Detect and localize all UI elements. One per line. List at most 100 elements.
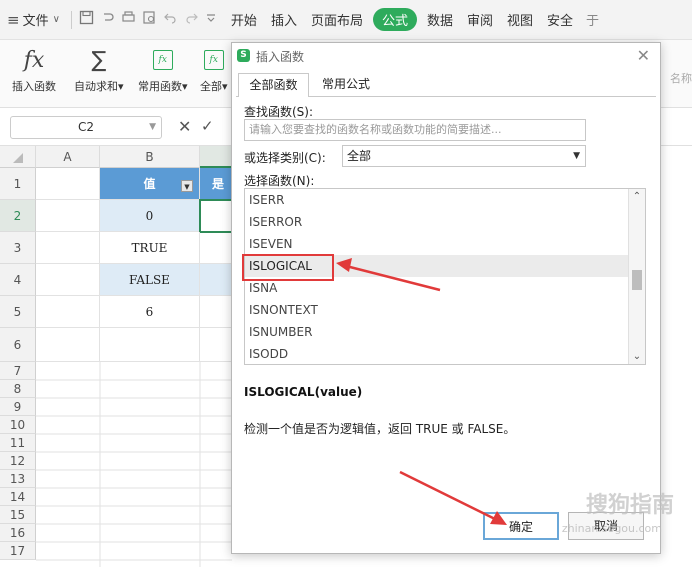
undo-history-icon[interactable]: [97, 10, 118, 29]
category-select[interactable]: 全部 ▼: [342, 145, 586, 167]
search-label: 查找函数(S):: [244, 105, 314, 119]
print-preview-icon[interactable]: [139, 10, 160, 29]
function-item-isodd[interactable]: ISODD: [245, 343, 645, 364]
menu-bar: ≡ 文件 ∨ 开始 插入 页面布局 公式 数据 审阅 视图 安全 于: [0, 0, 692, 40]
scroll-down-icon[interactable]: ⌄: [629, 351, 645, 362]
function-item-iseven[interactable]: ISEVEN: [245, 233, 645, 255]
watermark-logo: 搜狗指南: [585, 493, 674, 518]
function-item-isnontext[interactable]: ISNONTEXT: [245, 299, 645, 321]
cancel-formula-icon[interactable]: ✕: [178, 117, 191, 136]
cell-b4[interactable]: FALSE: [100, 264, 200, 296]
undo-icon[interactable]: [160, 10, 181, 29]
function-signature: ISLOGICAL(value): [244, 385, 363, 399]
dialog-title-bar[interactable]: S 插入函数 ✕: [232, 43, 660, 69]
redo-icon[interactable]: [181, 10, 202, 29]
close-icon[interactable]: ✕: [637, 46, 650, 65]
print-icon[interactable]: [118, 10, 139, 29]
all-functions-button[interactable]: fx 全部▾: [200, 44, 228, 94]
cell-b5[interactable]: 6: [100, 296, 200, 328]
common-functions-button[interactable]: fx 常用函数▾: [138, 44, 188, 94]
row-header-11[interactable]: 11: [0, 434, 36, 452]
cell-reference: C2: [77, 120, 94, 134]
cell-a6[interactable]: [36, 328, 100, 362]
column-header-c[interactable]: [200, 146, 232, 168]
name-box[interactable]: C2 ▼: [10, 116, 162, 139]
cell-c5[interactable]: [200, 296, 232, 328]
select-all-corner[interactable]: [0, 146, 36, 168]
row-header-12[interactable]: 12: [0, 452, 36, 470]
scroll-up-icon[interactable]: ⌃: [629, 191, 645, 202]
cell-a4[interactable]: [36, 264, 100, 296]
tab-security[interactable]: 安全: [540, 10, 580, 29]
row-header-6[interactable]: 6: [0, 328, 36, 362]
select-function-label: 选择函数(N):: [244, 174, 315, 188]
row-header-14[interactable]: 14: [0, 488, 36, 506]
function-item-iserr[interactable]: ISERR: [245, 189, 645, 211]
cell-c4[interactable]: [200, 264, 232, 296]
tab-all-functions[interactable]: 全部函数: [238, 73, 309, 97]
column-header-b[interactable]: B: [100, 146, 200, 168]
autosum-button[interactable]: ∑ 自动求和▾: [74, 44, 124, 94]
function-item-isnumber[interactable]: ISNUMBER: [245, 321, 645, 343]
tab-review[interactable]: 审阅: [460, 10, 500, 29]
cell-c1[interactable]: 是: [200, 168, 232, 200]
tab-page-layout[interactable]: 页面布局: [304, 10, 370, 29]
tab-formulas[interactable]: 公式: [372, 8, 417, 31]
cell-a3[interactable]: [36, 232, 100, 264]
row-header-17[interactable]: 17: [0, 542, 36, 560]
row-header-9[interactable]: 9: [0, 398, 36, 416]
insert-function-button[interactable]: fx 插入函数: [12, 44, 56, 94]
row-header-16[interactable]: 16: [0, 524, 36, 542]
chevron-down-icon: ∨: [52, 14, 60, 25]
tab-start[interactable]: 开始: [224, 10, 264, 29]
insert-function-label: 插入函数: [12, 80, 56, 93]
row-header-7[interactable]: 7: [0, 362, 36, 380]
sigma-icon: ∑: [91, 47, 107, 73]
cell-a2[interactable]: [36, 200, 100, 232]
row-header-4[interactable]: 4: [0, 264, 36, 296]
cell-a5[interactable]: [36, 296, 100, 328]
row-header-15[interactable]: 15: [0, 506, 36, 524]
row-header-1[interactable]: 1: [0, 168, 36, 200]
name-manager-label-cut: 名称: [670, 72, 692, 85]
chevron-down-icon: ▼: [573, 151, 580, 161]
cell-b6[interactable]: [100, 328, 200, 362]
cell-c1-text: 是: [212, 177, 225, 191]
row-header-10[interactable]: 10: [0, 416, 36, 434]
row-header-3[interactable]: 3: [0, 232, 36, 264]
cell-c3[interactable]: [200, 232, 232, 264]
file-menu[interactable]: ≡ 文件 ∨: [0, 10, 67, 30]
scrollbar-thumb[interactable]: [632, 270, 642, 290]
cell-a1[interactable]: [36, 168, 100, 200]
row-header-2[interactable]: 2: [0, 200, 36, 232]
function-search-input[interactable]: 请输入您要查找的函数名称或函数功能的简要描述...: [244, 119, 586, 141]
function-item-iserror[interactable]: ISERROR: [245, 211, 645, 233]
row-header-8[interactable]: 8: [0, 380, 36, 398]
autosum-label: 自动求和▾: [74, 80, 124, 93]
cell-b2[interactable]: 0: [100, 200, 200, 232]
active-cell-border: [199, 199, 233, 233]
filter-dropdown-icon[interactable]: ▼: [181, 180, 193, 192]
all-functions-icon: fx: [203, 50, 224, 70]
confirm-formula-icon[interactable]: ✓: [201, 117, 214, 135]
highlight-box: [242, 254, 334, 281]
hamburger-icon: ≡: [7, 10, 20, 29]
customize-toolbar-icon[interactable]: [202, 12, 220, 27]
tab-insert[interactable]: 插入: [264, 10, 304, 29]
cell-b1[interactable]: 值 ▼: [100, 168, 200, 200]
save-icon[interactable]: [76, 10, 97, 29]
tab-common-formulas[interactable]: 常用公式: [310, 73, 382, 97]
cell-b3[interactable]: TRUE: [100, 232, 200, 264]
row-header-5[interactable]: 5: [0, 296, 36, 328]
tab-data[interactable]: 数据: [420, 10, 460, 29]
insert-function-dialog: S 插入函数 ✕ 全部函数 常用公式 查找函数(S): 请输入您要查找的函数名称…: [231, 42, 661, 554]
tab-view[interactable]: 视图: [500, 10, 540, 29]
watermark-url: zhinan.sogou.com: [561, 522, 662, 535]
cell-c6[interactable]: [200, 328, 232, 362]
ok-button[interactable]: 确定: [483, 512, 559, 540]
tab-cut-off: 于: [586, 14, 600, 29]
wps-logo-icon: S: [237, 49, 250, 62]
function-list-scrollbar[interactable]: ⌃ ⌄: [628, 189, 645, 364]
row-header-13[interactable]: 13: [0, 470, 36, 488]
column-header-a[interactable]: A: [36, 146, 100, 168]
